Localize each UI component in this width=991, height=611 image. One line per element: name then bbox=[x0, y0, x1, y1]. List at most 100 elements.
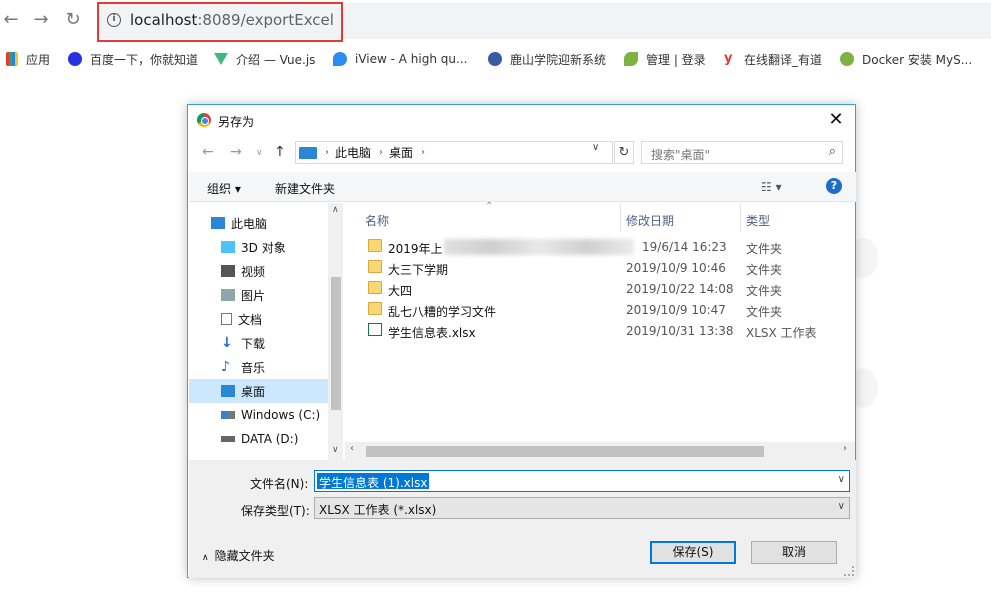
chevron-down-icon[interactable]: ∨ bbox=[838, 474, 845, 485]
computer-icon bbox=[299, 146, 317, 159]
school-badge-icon bbox=[488, 52, 502, 66]
forward-arrow-icon[interactable]: → bbox=[230, 144, 242, 160]
save-as-dialog: 另存为 ✕ ← → ∨ ↑ › 此电脑 › 桌面 › ∨ ↻ 搜索"桌面" ⌕ … bbox=[187, 104, 856, 578]
bookmark-lushan[interactable]: 鹿山学院迎新系统 bbox=[488, 50, 606, 68]
bookmark-label: 在线翻译_有道 bbox=[744, 52, 823, 67]
nav-label: 3D 对象 bbox=[241, 240, 286, 255]
bookmark-vue[interactable]: 介绍 — Vue.js bbox=[214, 50, 315, 68]
bookmark-apps[interactable]: 应用 bbox=[6, 50, 50, 68]
scroll-up-icon[interactable]: ∧ bbox=[332, 205, 339, 215]
organize-button[interactable]: 组织 ▾ bbox=[207, 180, 241, 197]
nav-item-drive-c[interactable]: Windows (C:) bbox=[189, 403, 328, 427]
file-name: 2019年上 bbox=[388, 242, 443, 256]
scroll-down-icon[interactable]: ∨ bbox=[332, 445, 339, 455]
nav-item-drive-d[interactable]: DATA (D:) bbox=[189, 427, 328, 451]
scroll-left-icon[interactable]: ‹ bbox=[350, 443, 354, 454]
folder-icon bbox=[368, 239, 382, 252]
resize-grip-icon[interactable] bbox=[844, 566, 854, 576]
horizontal-scrollbar-thumb[interactable] bbox=[366, 446, 764, 457]
download-arrow-icon: ↓ bbox=[221, 335, 233, 351]
refresh-icon[interactable]: ↻ bbox=[614, 141, 634, 164]
filename-field[interactable]: 学生信息表 (1).xlsx ∨ bbox=[314, 470, 850, 492]
reload-icon[interactable]: ↻ bbox=[62, 9, 84, 31]
nav-item-pictures[interactable]: 图片 bbox=[189, 283, 328, 307]
chevron-right-icon[interactable]: › bbox=[421, 147, 425, 158]
scroll-right-icon[interactable]: › bbox=[843, 443, 847, 454]
chevron-down-icon[interactable]: ∨ bbox=[838, 501, 845, 512]
close-icon[interactable]: ✕ bbox=[827, 109, 845, 130]
nav-item-3d-objects[interactable]: 3D 对象 bbox=[189, 235, 328, 259]
forward-arrow-icon[interactable]: → bbox=[30, 9, 52, 31]
file-row[interactable]: 大三下学期 2019/10/9 10:46 文件夹 bbox=[364, 257, 854, 278]
filetype-select[interactable]: XLSX 工作表 (*.xlsx) ∨ bbox=[314, 497, 850, 519]
chevron-right-icon[interactable]: › bbox=[325, 147, 329, 158]
recent-dropdown-icon[interactable]: ∨ bbox=[256, 148, 263, 158]
youdao-y-icon: y bbox=[724, 51, 733, 66]
view-options-icon[interactable]: ☷ ▾ bbox=[761, 180, 782, 194]
path-dropdown-icon[interactable]: ∨ bbox=[592, 142, 599, 153]
file-name: 学生信息表.xlsx bbox=[388, 326, 476, 340]
dialog-title-bar[interactable]: 另存为 ✕ bbox=[188, 105, 855, 135]
bookmark-iview[interactable]: iView - A high qu... bbox=[333, 50, 467, 68]
cancel-button[interactable]: 取消 bbox=[751, 541, 837, 564]
column-header-name[interactable]: 名称 bbox=[365, 212, 389, 229]
file-row[interactable]: 大四 2019/10/22 14:08 文件夹 bbox=[364, 278, 854, 299]
file-row[interactable]: 学生信息表.xlsx 2019/10/31 13:38 XLSX 工作表 bbox=[364, 320, 854, 341]
file-row[interactable]: 2019年上 19/6/14 16:23 文件夹 bbox=[364, 236, 854, 257]
nav-item-this-pc[interactable]: 此电脑 bbox=[189, 211, 328, 235]
up-arrow-icon[interactable]: ↑ bbox=[274, 144, 286, 160]
nav-label: 此电脑 bbox=[231, 216, 268, 231]
drive-icon bbox=[221, 436, 235, 442]
search-icon: ⌕ bbox=[828, 144, 836, 159]
picture-icon bbox=[221, 289, 235, 301]
file-row[interactable]: 乱七八糟的学习文件 2019/10/9 10:47 文件夹 bbox=[364, 299, 854, 320]
bookmark-youdao[interactable]: y 在线翻译_有道 bbox=[724, 50, 822, 68]
breadcrumb-this-pc[interactable]: 此电脑 bbox=[335, 144, 371, 161]
excel-file-icon bbox=[368, 323, 382, 336]
bookmark-admin[interactable]: 管理 | 登录 bbox=[624, 50, 706, 68]
nav-label: DATA (D:) bbox=[241, 432, 299, 446]
column-divider[interactable] bbox=[620, 203, 621, 231]
bookmarks-bar: 应用 百度一下，你就知道 介绍 — Vue.js iView - A high … bbox=[0, 46, 991, 72]
hide-folders-toggle[interactable]: ∧ 隐藏文件夹 bbox=[202, 547, 275, 564]
nav-item-documents[interactable]: 文档 bbox=[189, 307, 328, 331]
chrome-logo-icon bbox=[197, 113, 211, 127]
breadcrumb-desktop[interactable]: 桌面 bbox=[389, 144, 413, 161]
dialog-title: 另存为 bbox=[218, 115, 255, 129]
search-input[interactable]: 搜索"桌面" ⌕ bbox=[641, 141, 843, 164]
address-row: ← → ∨ ↑ › 此电脑 › 桌面 › ∨ ↻ 搜索"桌面" ⌕ bbox=[188, 138, 855, 168]
save-button[interactable]: 保存(S) bbox=[650, 541, 736, 564]
column-header-date[interactable]: 修改日期 bbox=[626, 212, 674, 229]
desktop-icon bbox=[221, 385, 235, 397]
nav-label: Windows (C:) bbox=[241, 408, 321, 422]
cube-icon bbox=[221, 241, 235, 253]
back-arrow-icon[interactable]: ← bbox=[0, 9, 22, 31]
nav-item-desktop[interactable]: 桌面 bbox=[189, 379, 328, 403]
filetype-label: 保存类型(T): bbox=[241, 504, 310, 518]
bookmark-docker[interactable]: Docker 安装 MyS... bbox=[840, 50, 972, 68]
bookmark-label: 百度一下，你就知道 bbox=[90, 52, 199, 67]
help-icon[interactable]: ? bbox=[826, 178, 842, 194]
nav-item-music[interactable]: ♪ 音乐 bbox=[189, 355, 328, 379]
search-placeholder: 搜索"桌面" bbox=[651, 148, 711, 162]
new-folder-button[interactable]: 新建文件夹 bbox=[275, 180, 335, 197]
back-arrow-icon[interactable]: ← bbox=[202, 144, 214, 160]
file-name: 乱七八糟的学习文件 bbox=[388, 305, 497, 319]
filename-value: 学生信息表 (1).xlsx bbox=[317, 473, 430, 490]
hide-folders-label: 隐藏文件夹 bbox=[214, 549, 275, 563]
chevron-right-icon[interactable]: › bbox=[379, 147, 383, 158]
nav-label: 视频 bbox=[241, 264, 266, 279]
nav-label: 下载 bbox=[241, 336, 266, 351]
column-header-type[interactable]: 类型 bbox=[746, 212, 770, 229]
bookmark-label: 介绍 — Vue.js bbox=[236, 52, 316, 67]
bookmark-label: Docker 安装 MyS... bbox=[862, 52, 973, 67]
bookmark-baidu[interactable]: 百度一下，你就知道 bbox=[68, 50, 198, 68]
computer-icon bbox=[211, 217, 225, 229]
nav-item-videos[interactable]: 视频 bbox=[189, 259, 328, 283]
runoob-icon bbox=[840, 52, 854, 66]
nav-scrollbar-thumb[interactable] bbox=[331, 277, 341, 410]
folder-icon bbox=[368, 260, 382, 273]
column-divider[interactable] bbox=[740, 203, 741, 231]
path-box[interactable]: › 此电脑 › 桌面 › bbox=[295, 141, 613, 164]
nav-item-downloads[interactable]: ↓ 下载 bbox=[189, 331, 328, 355]
